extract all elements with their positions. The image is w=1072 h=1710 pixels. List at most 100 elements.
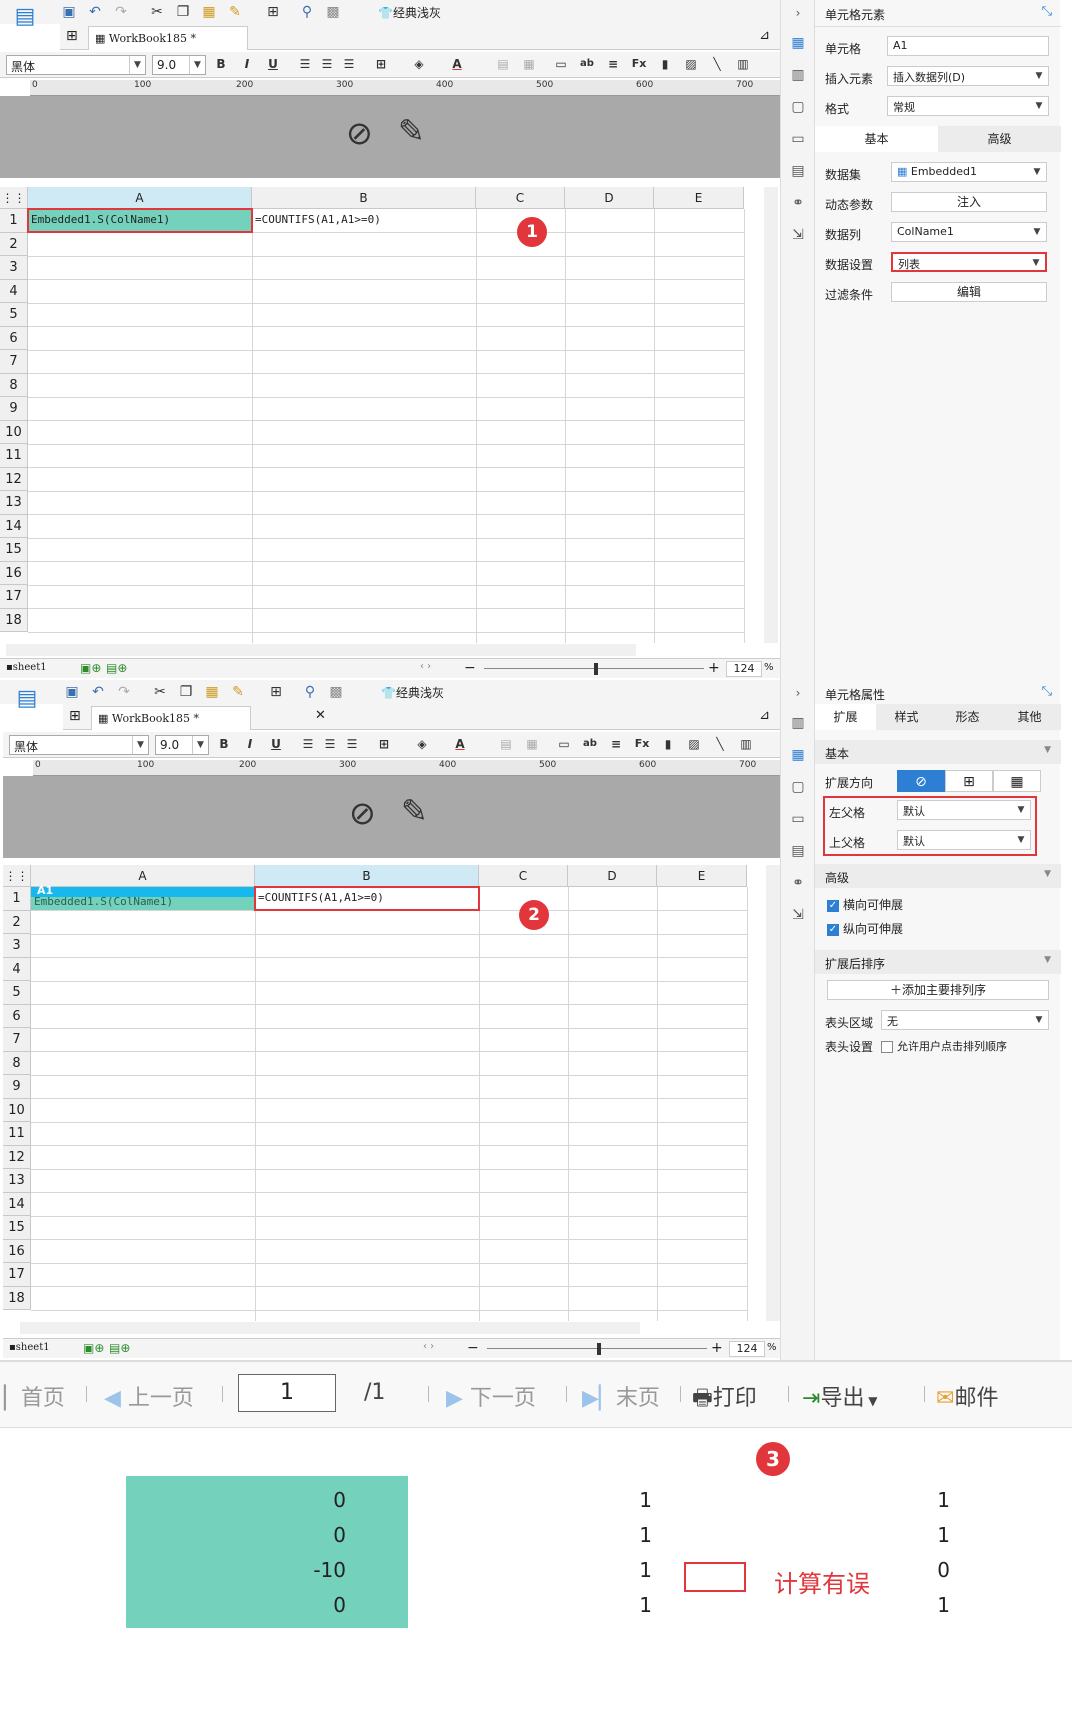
row-header[interactable]: 17 (3, 1263, 31, 1287)
format-painter-icon[interactable]: ✎ (229, 683, 247, 701)
pin-icon[interactable]: ⊿ (759, 28, 770, 43)
copy-icon[interactable]: ❐ (174, 3, 192, 21)
image-icon[interactable]: ▨ (682, 55, 700, 73)
row-header[interactable]: 1 (3, 887, 31, 911)
fill-color-icon[interactable]: ◈ (413, 735, 431, 753)
link-icon[interactable]: ⚭ (789, 194, 807, 212)
grid-menu-icon[interactable]: ⊞ (69, 708, 81, 724)
direction-vertical-icon[interactable]: ⊞ (945, 770, 993, 792)
float-icon[interactable]: ▭ (789, 130, 807, 148)
slash-icon[interactable]: ╲ (708, 55, 726, 73)
image-icon[interactable]: ▨ (685, 735, 703, 753)
row-header[interactable]: 12 (3, 1145, 31, 1169)
column-header-a[interactable]: A (31, 865, 255, 887)
insert-row-icon[interactable]: ▭ (555, 735, 573, 753)
print-button[interactable]: 🖶打印 (692, 1380, 757, 1419)
chart-icon[interactable]: ▮ (659, 735, 677, 753)
formula-icon[interactable]: Fx (633, 735, 651, 753)
prev-page-button[interactable]: ◀ 上一页 (104, 1380, 194, 1412)
paste-icon[interactable]: ▦ (200, 3, 218, 21)
template-icon[interactable]: ▤ (8, 4, 42, 44)
direction-horizontal-icon[interactable]: ▦ (993, 770, 1041, 792)
zoom-out-icon[interactable]: − (467, 1340, 479, 1356)
paste-icon[interactable]: ▦ (203, 683, 221, 701)
column-header-d[interactable]: D (568, 865, 657, 887)
data-setting-select[interactable]: 列表 ▼ (891, 252, 1047, 272)
cell-element-icon[interactable]: ▥ (789, 714, 807, 732)
grid-menu-icon[interactable]: ⊞ (66, 28, 78, 44)
tab-basic[interactable]: 基本 (815, 126, 938, 152)
unmerge-icon[interactable]: ▦ (520, 55, 538, 73)
tab-form[interactable]: 形态 (937, 704, 998, 730)
dataset-select[interactable]: ▦ Embedded1 ▼ (891, 162, 1047, 182)
zoom-in-icon[interactable]: + (708, 660, 720, 676)
cell-field[interactable]: A1 (887, 36, 1049, 56)
cell-attr-icon[interactable]: ▥ (789, 66, 807, 84)
row-header[interactable]: 9 (3, 1075, 31, 1099)
row-header[interactable]: 18 (0, 608, 28, 632)
vertical-scrollbar[interactable] (766, 865, 780, 1321)
text-icon[interactable]: ab (581, 735, 599, 753)
add-sheet-icon[interactable]: ▣⊕ (80, 661, 101, 675)
column-header-e[interactable]: E (657, 865, 747, 887)
column-header-b[interactable]: B (252, 187, 476, 209)
row-header[interactable]: 16 (3, 1239, 31, 1263)
eye-hidden-icon[interactable]: ⊘ (349, 794, 376, 832)
add-sheet-icon[interactable]: ▣⊕ (83, 1341, 104, 1355)
redo-icon[interactable]: ↷ (112, 3, 130, 21)
zoom-value[interactable]: 124 (729, 1341, 765, 1357)
bold-button[interactable]: B (215, 735, 233, 753)
row-header[interactable]: 14 (0, 514, 28, 538)
scroll-left-icon[interactable]: ‹ › (420, 661, 431, 672)
condition-icon[interactable]: ▤ (789, 842, 807, 860)
row-header[interactable]: 15 (0, 538, 28, 562)
italic-button[interactable]: I (238, 55, 256, 73)
chart-icon[interactable]: ▮ (656, 55, 674, 73)
insert-element-select[interactable]: 插入数据列(D) ▼ (887, 66, 1049, 86)
select-all-icon[interactable]: ⋮⋮ (3, 865, 31, 887)
filter-icon[interactable]: ⚲ (298, 3, 316, 21)
underline-button[interactable]: U (264, 55, 282, 73)
row-header[interactable]: 4 (3, 957, 31, 981)
grid-icon[interactable]: ▩ (324, 3, 342, 21)
add-report-icon[interactable]: ▤⊕ (109, 1341, 130, 1355)
row-header[interactable]: 10 (3, 1098, 31, 1122)
classic-gray-button[interactable]: 👕经典浅灰 (381, 684, 444, 701)
v-expand-checkbox[interactable]: ✓ 纵向可伸展 (827, 920, 903, 937)
zoom-thumb[interactable] (597, 1343, 601, 1355)
row-header[interactable]: 6 (0, 326, 28, 350)
align-center-icon[interactable]: ☰ (321, 735, 339, 753)
pin-icon[interactable]: ⊿ (759, 708, 770, 723)
align-left-icon[interactable]: ☰ (296, 55, 314, 73)
horizontal-scrollbar[interactable] (20, 1322, 640, 1334)
tab-other[interactable]: 其他 (998, 704, 1061, 730)
widget-icon[interactable]: ▢ (789, 778, 807, 796)
widget-icon[interactable]: ▢ (789, 98, 807, 116)
redo-icon[interactable]: ↷ (115, 683, 133, 701)
row-header[interactable]: 6 (3, 1004, 31, 1028)
spreadsheet-grid[interactable]: ⋮⋮ A B C D E 1 2 3 4 5 6 7 8 9 10 11 12 13 14 15 16 17 18… (3, 865, 780, 1321)
page-number-input[interactable]: 1 (238, 1374, 336, 1412)
add-report-icon[interactable]: ▤⊕ (106, 661, 127, 675)
sheet-tab[interactable]: ▪sheet1 (9, 1342, 50, 1353)
column-header-c[interactable]: C (479, 865, 568, 887)
row-header[interactable]: 13 (3, 1169, 31, 1193)
expand-icon[interactable]: › (789, 4, 807, 22)
pencil-icon[interactable]: ✎ (401, 792, 428, 830)
fill-color-icon[interactable]: ◈ (410, 55, 428, 73)
data-column-select[interactable]: ColName1 ▼ (891, 222, 1047, 242)
align-right-icon[interactable]: ☰ (343, 735, 361, 753)
grid-icon[interactable]: ▩ (327, 683, 345, 701)
column-header-c[interactable]: C (476, 187, 565, 209)
format-select[interactable]: 常规 ▼ (887, 96, 1049, 116)
border-icon[interactable]: ⊞ (375, 735, 393, 753)
save-icon[interactable]: ▣ (60, 3, 78, 21)
undo-icon[interactable]: ↶ (89, 683, 107, 701)
formula-icon[interactable]: Fx (630, 55, 648, 73)
cut-icon[interactable]: ✂ (148, 3, 166, 21)
basic-section[interactable]: 基本 ▼ (815, 740, 1061, 764)
advanced-section[interactable]: 高级 ▼ (815, 864, 1061, 888)
row-header[interactable]: 13 (0, 491, 28, 515)
row-header[interactable]: 5 (0, 303, 28, 327)
spreadsheet-grid[interactable]: ⋮⋮ A B C D E 1 2 3 4 5 6 7 8 9 10 11 12 13 14 15 16 17 18… (0, 187, 780, 643)
